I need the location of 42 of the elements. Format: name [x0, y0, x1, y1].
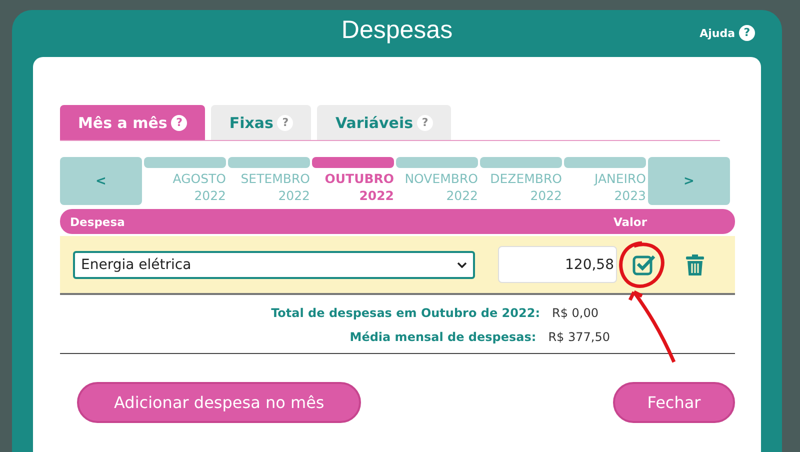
dialog-title: Despesas — [341, 15, 453, 46]
total-value: R$ 377,50 — [548, 330, 610, 344]
tab[interactable]: Variáveis ? — [317, 105, 452, 140]
value-field[interactable]: 120,58 — [498, 246, 617, 283]
year-label: 2022 — [529, 187, 562, 204]
add-expense-button[interactable]: Adicionar despesa no mês — [77, 382, 362, 423]
month-label[interactable]: JANEIRO — [564, 170, 646, 187]
year-label: 2022 — [445, 187, 478, 204]
chevron-down-icon — [457, 262, 467, 268]
month-label[interactable]: OUTUBRO — [312, 170, 394, 187]
month-label[interactable]: DEZEMBRO — [480, 170, 562, 187]
column-header: Despesa — [70, 214, 126, 228]
month-tab[interactable] — [480, 157, 562, 168]
month-label[interactable]: AGOSTO — [144, 170, 226, 187]
tab[interactable]: Fixas ? — [211, 105, 312, 140]
month-tab[interactable] — [564, 157, 646, 168]
month-tab[interactable] — [312, 157, 394, 168]
expense-dropdown[interactable]: Energia elétrica — [73, 250, 475, 278]
year-label: 2022 — [358, 187, 394, 204]
total-value: R$ 0,00 — [552, 306, 600, 320]
help-icon: ? — [739, 25, 755, 41]
help-icon: ? — [171, 114, 188, 130]
total-label: Média mensal de despesas: — [350, 330, 536, 344]
checkbox-icon[interactable] — [632, 252, 656, 276]
year-label: 2022 — [277, 187, 310, 204]
total-label: Total de despesas em Outubro de 2022: — [271, 306, 540, 320]
month-tab[interactable] — [396, 157, 478, 168]
help-icon: ? — [417, 114, 434, 130]
month-label[interactable]: NOVEMBRO — [396, 170, 478, 187]
column-header: Valor — [613, 214, 647, 228]
month-tab[interactable] — [144, 157, 226, 168]
year-label: 2022 — [193, 187, 226, 204]
month-tab[interactable] — [228, 157, 310, 168]
next-button[interactable]: > — [648, 157, 730, 205]
year-label: 2023 — [613, 187, 646, 204]
help-icon: ? — [277, 114, 294, 130]
trash-icon[interactable] — [685, 254, 705, 276]
tab[interactable]: Mês a mês ? — [60, 105, 206, 140]
month-label[interactable]: SETEMBRO — [228, 170, 310, 187]
previous-button[interactable]: < — [60, 157, 142, 205]
close-button[interactable]: Fechar — [613, 382, 735, 423]
help-button[interactable]: Ajuda ? — [700, 25, 755, 41]
